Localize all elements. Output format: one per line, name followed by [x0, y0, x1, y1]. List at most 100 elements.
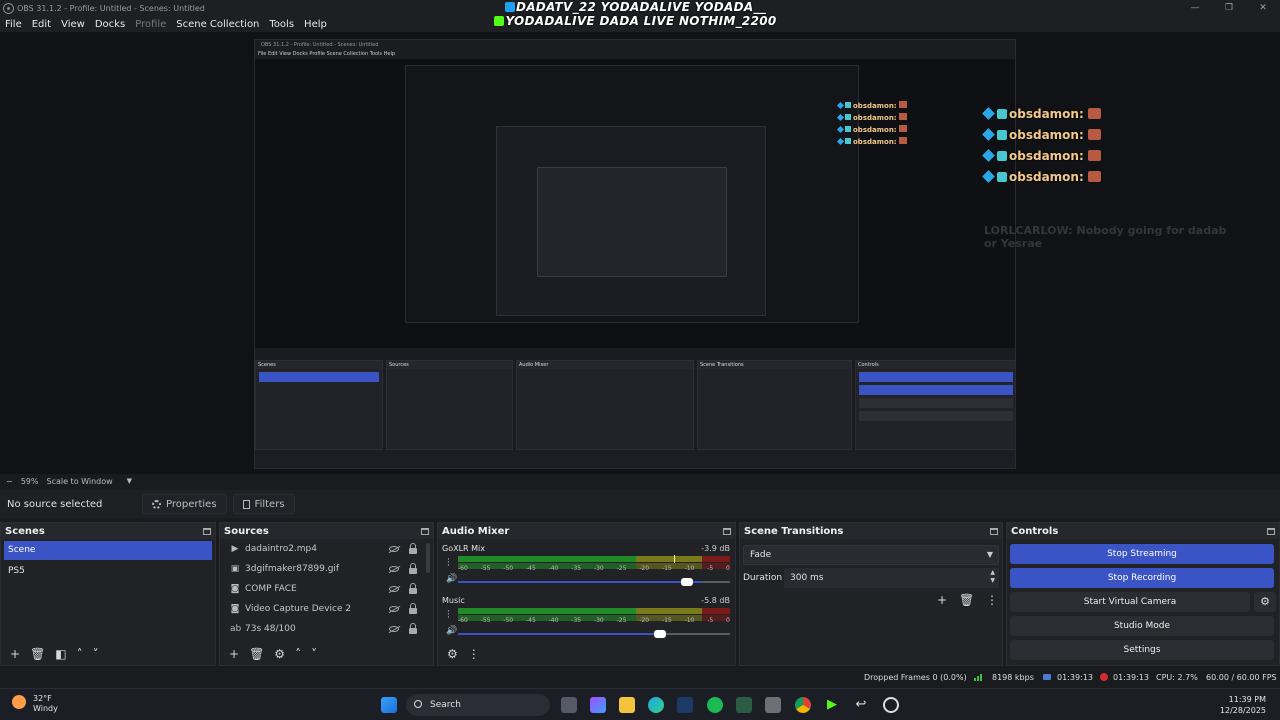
windows-start-icon[interactable]: [381, 697, 397, 713]
more-vertical-icon[interactable]: ⋮: [468, 647, 480, 661]
speaker-icon[interactable]: 🔊: [446, 574, 457, 584]
chevron-down-icon[interactable]: ˅: [93, 647, 99, 661]
lock-icon[interactable]: [409, 583, 417, 594]
edge-icon[interactable]: [648, 697, 664, 713]
mixer-settings-icon[interactable]: ⚙: [447, 647, 458, 661]
scene-item-ps5[interactable]: PS5: [4, 562, 212, 581]
more-vertical-icon[interactable]: · · ·: [447, 608, 450, 623]
visibility-icon[interactable]: [389, 626, 399, 632]
undock-icon[interactable]: [421, 527, 429, 535]
menu-docks[interactable]: Docks: [95, 19, 125, 30]
studio-mode-button[interactable]: Studio Mode: [1010, 616, 1274, 636]
chevron-down-icon[interactable]: ˅: [311, 647, 317, 661]
menu-tools[interactable]: Tools: [269, 19, 294, 30]
obs-icon[interactable]: [883, 697, 899, 713]
filter-icon[interactable]: ◧: [55, 647, 66, 661]
system-clock[interactable]: 11:39 PM 12/28/2025: [1220, 694, 1266, 716]
stop-streaming-button[interactable]: Stop Streaming: [1010, 544, 1274, 564]
trash-icon[interactable]: 🗑: [959, 593, 974, 607]
undock-icon[interactable]: [723, 527, 731, 535]
chat-mini-line: obsdamon:: [836, 113, 907, 122]
zoom-out-button[interactable]: −: [6, 477, 13, 486]
kick-icon[interactable]: ▶: [824, 697, 840, 713]
spotify-icon[interactable]: [707, 697, 723, 713]
visibility-icon[interactable]: [389, 606, 399, 612]
speaker-icon[interactable]: 🔊: [446, 626, 457, 636]
source-item[interactable]: ab 73s 48/100: [220, 619, 433, 639]
task-view-icon[interactable]: [561, 697, 577, 713]
chevron-up-icon[interactable]: ˄: [295, 647, 301, 661]
menu-profile[interactable]: Profile: [135, 19, 166, 30]
add-transition-icon[interactable]: +: [937, 593, 947, 607]
search-input[interactable]: Search: [406, 694, 550, 716]
stop-recording-button[interactable]: Stop Recording: [1010, 568, 1274, 588]
add-source-icon[interactable]: +: [229, 647, 239, 661]
menu-view[interactable]: View: [61, 19, 85, 30]
trash-icon[interactable]: 🗑: [249, 647, 264, 661]
filters-button[interactable]: Filters: [232, 494, 295, 514]
more-vertical-icon[interactable]: · · ·: [447, 556, 450, 571]
volume-slider[interactable]: [458, 630, 730, 638]
xbox-icon[interactable]: [736, 697, 752, 713]
weather-widget[interactable]: 32°F Windy: [12, 694, 58, 714]
menu-file[interactable]: File: [5, 19, 22, 30]
preview-canvas[interactable]: OBS 31.1.2 - Profile: Untitled - Scenes:…: [0, 32, 1280, 474]
add-scene-icon[interactable]: +: [10, 647, 20, 661]
app-icon[interactable]: ↩: [853, 697, 869, 713]
settings-button[interactable]: Settings: [1010, 640, 1274, 660]
settings-icon[interactable]: [765, 697, 781, 713]
transition-select[interactable]: Fade ▼: [743, 545, 999, 565]
maximize-button[interactable]: ❐: [1212, 0, 1246, 16]
spinner-icon[interactable]: ▲ ▼: [990, 569, 995, 585]
file-explorer-icon[interactable]: [619, 697, 635, 713]
undock-icon[interactable]: [1267, 527, 1275, 535]
volume-slider[interactable]: [458, 578, 730, 586]
camera-icon: ◙: [230, 584, 240, 594]
nested-canvas-deep: [537, 167, 727, 277]
source-item[interactable]: ▶ dadaintro2.mp4: [220, 539, 433, 559]
duration-input[interactable]: 300 ms ▲ ▼: [784, 568, 999, 588]
gear-icon[interactable]: ⚙: [1254, 592, 1276, 612]
lock-icon[interactable]: [409, 563, 417, 574]
sources-scrollbar[interactable]: [426, 543, 430, 573]
channel-name: GoXLR Mix: [442, 544, 485, 553]
visibility-icon[interactable]: [389, 566, 399, 572]
menu-scene-collection[interactable]: Scene Collection: [176, 19, 259, 30]
volume-slider-handle[interactable]: [654, 630, 666, 638]
record-icon: [1100, 673, 1108, 683]
gear-icon: [152, 499, 161, 509]
scene-item-scene[interactable]: Scene: [4, 541, 212, 560]
close-button[interactable]: ✕: [1246, 0, 1280, 16]
more-vertical-icon[interactable]: ⋮: [986, 593, 998, 607]
chevron-up-icon[interactable]: ˄: [77, 647, 83, 661]
source-item[interactable]: ◙ Video Capture Device 2: [220, 599, 433, 619]
visibility-icon[interactable]: [389, 546, 399, 552]
lock-icon[interactable]: [409, 603, 417, 614]
obs-logo-icon: [3, 2, 14, 14]
undock-icon[interactable]: [990, 527, 998, 535]
trash-icon[interactable]: 🗑: [30, 647, 45, 661]
source-item[interactable]: ▣ 3dgifmaker87899.gif: [220, 559, 433, 579]
chrome-icon[interactable]: [795, 697, 811, 713]
lock-icon[interactable]: [409, 623, 417, 634]
chat-message: obsdamon:: [982, 107, 1101, 121]
minimize-button[interactable]: —: [1178, 0, 1212, 16]
menu-help[interactable]: Help: [304, 19, 327, 30]
stream-time: 01:39:13: [1057, 673, 1093, 682]
window-title: OBS 31.1.2 - Profile: Untitled - Scenes:…: [17, 3, 205, 13]
chevron-down-icon[interactable]: ▼: [127, 477, 132, 485]
gear-icon[interactable]: ⚙: [274, 647, 285, 661]
visibility-icon[interactable]: [389, 586, 399, 592]
volume-slider-handle[interactable]: [681, 578, 693, 586]
stream-icon: [1043, 673, 1051, 682]
lock-icon[interactable]: [409, 543, 417, 554]
copilot-icon[interactable]: [590, 697, 606, 713]
menu-edit[interactable]: Edit: [32, 19, 51, 30]
steam-icon[interactable]: [677, 697, 693, 713]
properties-button[interactable]: Properties: [142, 494, 227, 514]
zoom-mode-select[interactable]: Scale to Window: [46, 477, 112, 486]
sub-badge-icon: [997, 130, 1007, 140]
undock-icon[interactable]: [203, 527, 211, 535]
start-virtual-camera-button[interactable]: Start Virtual Camera: [1010, 592, 1250, 612]
source-item[interactable]: ◙ COMP FACE: [220, 579, 433, 599]
